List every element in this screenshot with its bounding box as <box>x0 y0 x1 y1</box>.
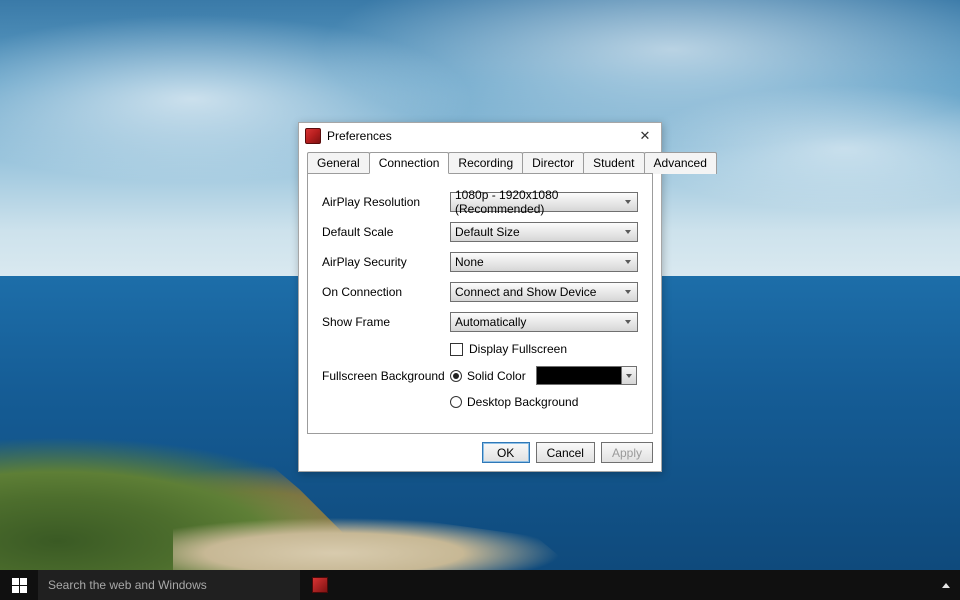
dialog-title: Preferences <box>327 129 635 143</box>
checkbox-display-fullscreen[interactable]: Display Fullscreen <box>450 342 567 356</box>
label-fullscreen-background: Fullscreen Background <box>322 369 450 383</box>
tab-general[interactable]: General <box>307 152 370 174</box>
select-value: Connect and Show Device <box>455 285 596 299</box>
select-value: Default Size <box>455 225 520 239</box>
label-airplay-security: AirPlay Security <box>322 255 450 269</box>
label-airplay-resolution: AirPlay Resolution <box>322 195 450 209</box>
select-on-connection[interactable]: Connect and Show Device <box>450 282 638 302</box>
select-airplay-resolution[interactable]: 1080p - 1920x1080 (Recommended) <box>450 192 638 212</box>
radio-desktop-background[interactable]: Desktop Background <box>450 395 578 409</box>
chevron-down-icon[interactable] <box>622 366 637 385</box>
tab-recording[interactable]: Recording <box>448 152 523 174</box>
cancel-button[interactable]: Cancel <box>536 442 595 463</box>
search-placeholder: Search the web and Windows <box>48 578 207 592</box>
taskbar: Search the web and Windows <box>0 570 960 600</box>
select-default-scale[interactable]: Default Size <box>450 222 638 242</box>
tab-director[interactable]: Director <box>522 152 584 174</box>
titlebar[interactable]: Preferences ✕ <box>299 123 661 149</box>
chevron-up-icon <box>942 583 950 588</box>
windows-icon <box>12 578 27 593</box>
tab-strip: General Connection Recording Director St… <box>299 151 661 173</box>
select-airplay-security[interactable]: None <box>450 252 638 272</box>
color-swatch <box>536 366 622 385</box>
color-picker[interactable] <box>536 366 637 385</box>
tab-advanced[interactable]: Advanced <box>644 152 717 174</box>
checkbox-label: Display Fullscreen <box>469 342 567 356</box>
checkbox-box-icon <box>450 343 463 356</box>
label-show-frame: Show Frame <box>322 315 450 329</box>
radio-dot-icon <box>450 370 462 382</box>
label-default-scale: Default Scale <box>322 225 450 239</box>
select-value: Automatically <box>455 315 526 329</box>
app-icon <box>305 128 321 144</box>
select-value: None <box>455 255 484 269</box>
apply-button[interactable]: Apply <box>601 442 653 463</box>
taskbar-app[interactable] <box>300 570 340 600</box>
ok-button[interactable]: OK <box>482 442 530 463</box>
tab-body-connection: AirPlay Resolution 1080p - 1920x1080 (Re… <box>307 173 653 434</box>
radio-dot-icon <box>450 396 462 408</box>
start-button[interactable] <box>0 570 38 600</box>
tab-connection[interactable]: Connection <box>369 152 450 174</box>
radio-label: Solid Color <box>467 369 526 383</box>
label-on-connection: On Connection <box>322 285 450 299</box>
tab-student[interactable]: Student <box>583 152 644 174</box>
radio-label: Desktop Background <box>467 395 578 409</box>
search-input[interactable]: Search the web and Windows <box>38 570 300 600</box>
dialog-button-row: OK Cancel Apply <box>299 442 661 471</box>
close-icon[interactable]: ✕ <box>635 128 655 144</box>
select-show-frame[interactable]: Automatically <box>450 312 638 332</box>
select-value: 1080p - 1920x1080 (Recommended) <box>455 188 633 216</box>
preferences-dialog: Preferences ✕ General Connection Recordi… <box>298 122 662 472</box>
tray-expand[interactable] <box>932 570 960 600</box>
radio-solid-color[interactable]: Solid Color <box>450 369 526 383</box>
app-icon <box>312 577 328 593</box>
